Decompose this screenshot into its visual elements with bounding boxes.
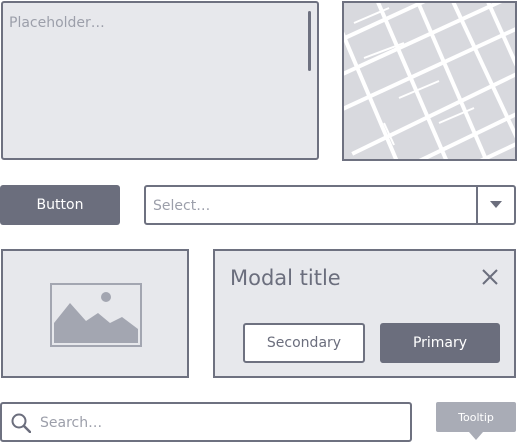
select-toggle[interactable] <box>478 187 514 223</box>
textarea[interactable]: Placeholder… <box>1 1 319 160</box>
tooltip-pointer <box>469 432 483 440</box>
image-icon <box>50 283 142 347</box>
modal-close-button[interactable] <box>480 267 500 287</box>
caret-down-icon <box>490 201 502 208</box>
image-placeholder <box>1 249 189 378</box>
search-placeholder: Search… <box>40 415 103 431</box>
button[interactable]: Button <box>0 185 120 225</box>
primary-button[interactable]: Primary <box>380 323 500 363</box>
close-icon <box>482 269 498 285</box>
modal-title: Modal title <box>230 266 341 290</box>
select-placeholder: Select… <box>153 198 211 214</box>
search-input[interactable]: Search… <box>0 402 412 442</box>
textarea-placeholder: Placeholder… <box>9 15 105 31</box>
map-icon <box>344 3 515 159</box>
select-dropdown[interactable]: Select… <box>144 185 516 225</box>
map[interactable] <box>342 1 517 161</box>
tooltip: Tooltip <box>436 402 516 432</box>
secondary-button[interactable]: Secondary <box>243 323 365 363</box>
textarea-scrollbar[interactable] <box>308 11 311 71</box>
modal: Modal title Secondary Primary <box>213 249 516 378</box>
search-icon <box>11 413 31 433</box>
